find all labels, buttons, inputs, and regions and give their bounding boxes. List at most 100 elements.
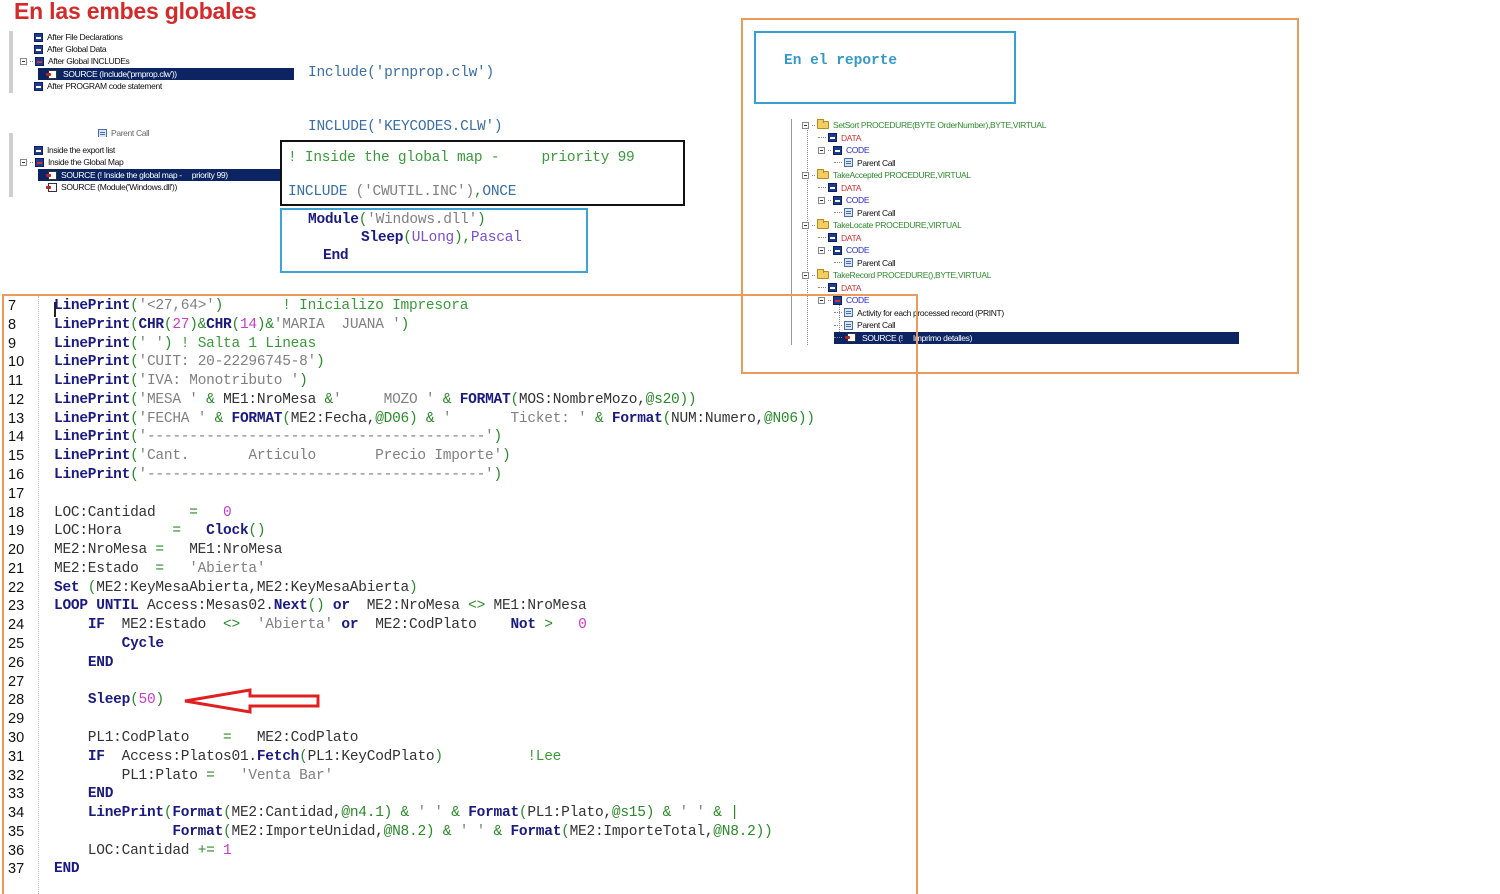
code-token: ( bbox=[130, 316, 139, 333]
code-token: 'Cant. Articulo Precio Importe' bbox=[138, 448, 503, 465]
line-number: 25 bbox=[8, 636, 25, 653]
line-number: 24 bbox=[8, 617, 25, 634]
tree-item-after-global-data[interactable]: After Global Data bbox=[34, 43, 107, 55]
code-line[interactable]: Format(ME2:ImporteUnidad,@N8.2) & ' ' & … bbox=[54, 824, 772, 840]
code-line[interactable]: LinePrint('-----------------------------… bbox=[54, 467, 502, 483]
code-token: ME2:NroMesa bbox=[54, 542, 156, 559]
code-line[interactable]: ME2:Estado = 'Abierta' bbox=[54, 561, 266, 577]
code-token: )) bbox=[755, 823, 773, 840]
tree-item-inside-export-list[interactable]: Inside the export list bbox=[34, 144, 115, 156]
code-token: Not bbox=[510, 617, 536, 634]
tree-item-after-program-code[interactable]: After PROGRAM code statement bbox=[34, 80, 162, 92]
code-token: ( bbox=[561, 823, 570, 840]
code-line-include-prnprop: Include('prnprop.clw') bbox=[308, 65, 494, 81]
code-line[interactable]: IF Access:Platos01.Fetch(PL1:KeyCodPlato… bbox=[54, 749, 562, 765]
report-tree-item[interactable]: DATA bbox=[818, 182, 861, 194]
report-tree-item[interactable]: CODE bbox=[818, 144, 870, 156]
tree-item-after-global-includes[interactable]: After Global INCLUDEs bbox=[20, 55, 130, 67]
code-line[interactable]: LinePrint('FECHA ' & FORMAT(ME2:Fecha,@D… bbox=[54, 411, 815, 427]
code-line[interactable]: LinePrint(Format(ME2:Cantidad,@n4.1) & '… bbox=[54, 805, 739, 821]
code-token: ) bbox=[299, 373, 308, 390]
line-number: 31 bbox=[8, 748, 25, 765]
code-line[interactable]: PL1:CodPlato = ME2:CodPlato bbox=[54, 730, 359, 746]
code-token: Next bbox=[273, 598, 308, 615]
code-token: > bbox=[535, 617, 553, 634]
collapse-toggle-icon[interactable] bbox=[802, 121, 809, 129]
report-tree-item[interactable]: CODE bbox=[818, 244, 870, 256]
report-tree-item[interactable]: TakeRecord PROCEDURE(),BYTE,VIRTUAL bbox=[802, 269, 991, 281]
arrow-left-icon bbox=[184, 688, 320, 714]
code-token: Access:Mesas02. bbox=[138, 598, 274, 615]
report-tree-item[interactable]: TakeLocate PROCEDURE,VIRTUAL bbox=[802, 219, 962, 231]
report-tree-item[interactable]: DATA bbox=[818, 282, 861, 294]
collapse-toggle-icon[interactable] bbox=[20, 57, 27, 65]
line-number: 37 bbox=[8, 861, 25, 878]
code-line[interactable]: Cycle bbox=[54, 636, 165, 652]
report-tree-item[interactable]: Parent Call bbox=[834, 157, 896, 169]
code-token: LinePrint bbox=[54, 373, 131, 390]
code-line[interactable]: Sleep(50) bbox=[54, 692, 164, 708]
code-token: LinePrint bbox=[54, 410, 131, 427]
code-line[interactable]: LOC:Cantidad += 1 bbox=[54, 843, 232, 859]
code-token: ) bbox=[408, 579, 418, 596]
tree-item-source-include[interactable]: SOURCE (Include('prnprop.clw')) bbox=[38, 68, 294, 80]
code-token: ( bbox=[130, 335, 139, 352]
code-token: IF bbox=[87, 617, 105, 634]
code-line[interactable]: Set (ME2:KeyMesaAbierta,ME2:KeyMesaAbier… bbox=[54, 579, 418, 596]
collapse-toggle-icon[interactable] bbox=[818, 196, 825, 204]
code-line[interactable]: LinePrint('<27,64>') ! Inicializo Impres… bbox=[54, 298, 468, 314]
collapse-toggle-icon[interactable] bbox=[802, 271, 809, 279]
code-line-include-keycodes: INCLUDE('KEYCODES.CLW') bbox=[308, 119, 503, 135]
code-token: MOS:NombreMozo, bbox=[518, 391, 646, 408]
code-line[interactable]: END bbox=[54, 655, 114, 671]
collapse-toggle-icon[interactable] bbox=[802, 221, 809, 229]
code-token: 'IVA: Monotributo ' bbox=[138, 373, 300, 390]
report-tree-item[interactable]: DATA bbox=[818, 232, 861, 244]
tree-connector bbox=[834, 262, 842, 263]
code-line[interactable]: LinePrint('IVA: Monotributo ') bbox=[54, 373, 308, 389]
code-line[interactable]: END bbox=[54, 861, 80, 877]
code-token: & bbox=[442, 805, 469, 822]
report-tree-item[interactable]: Parent Call bbox=[834, 257, 896, 269]
collapse-toggle-icon[interactable] bbox=[818, 246, 825, 254]
report-tree-item[interactable]: TakeAccepted PROCEDURE,VIRTUAL bbox=[802, 169, 971, 181]
collapse-toggle-icon[interactable] bbox=[802, 171, 809, 179]
code-line[interactable]: ME2:NroMesa = ME1:NroMesa bbox=[54, 542, 282, 558]
report-tree-item[interactable]: CODE bbox=[818, 194, 870, 206]
code-line[interactable]: PL1:Plato = 'Venta Bar' bbox=[54, 768, 334, 784]
code-line[interactable]: LinePrint(' ') ! Salta 1 Lineas bbox=[54, 336, 316, 352]
tree-item-source-global-map[interactable]: SOURCE (! Inside the global map - priori… bbox=[38, 169, 282, 181]
line-number: 36 bbox=[8, 842, 25, 859]
collapse-toggle-icon[interactable] bbox=[20, 158, 27, 166]
tree-item-parent-call-partial[interactable]: Parent Call bbox=[98, 129, 149, 137]
report-tree-item[interactable]: SetSort PROCEDURE(BYTE OrderNumber),BYTE… bbox=[802, 119, 1046, 131]
code-token: LOC:Hora bbox=[54, 523, 173, 540]
code-line[interactable]: END bbox=[54, 786, 114, 802]
code-line[interactable]: IF ME2:Estado <> 'Abierta' or ME2:CodPla… bbox=[54, 617, 587, 633]
page-icon bbox=[844, 158, 853, 167]
code-line[interactable]: LinePrint('-----------------------------… bbox=[54, 429, 502, 445]
code-token: LinePrint bbox=[54, 354, 131, 371]
code-line[interactable]: LinePrint(CHR(27)&CHR(14)&'MARIA JUANA '… bbox=[54, 317, 409, 333]
collapse-toggle-icon[interactable] bbox=[818, 146, 825, 154]
code-editor[interactable]: 7 LinePrint('<27,64>') ! Inicializo Impre… bbox=[2, 294, 918, 894]
tree-item-inside-global-map[interactable]: Inside the Global Map bbox=[20, 156, 124, 168]
code-token: = bbox=[189, 504, 198, 521]
code-line[interactable]: LOC:Cantidad = 0 bbox=[54, 505, 232, 521]
code-line[interactable]: LOC:Hora = Clock() bbox=[54, 523, 266, 540]
tree-connector bbox=[812, 174, 815, 176]
code-token: FORMAT bbox=[459, 391, 511, 408]
code-line[interactable]: LOOP UNTIL Access:Mesas02.Next() or ME2:… bbox=[54, 598, 587, 615]
code-line[interactable]: LinePrint('CUIT: 20-22296745-8') bbox=[54, 354, 325, 371]
code-line[interactable]: LinePrint('MESA ' & ME1:NroMesa &' MOZO … bbox=[54, 391, 697, 408]
report-tree-item[interactable]: DATA bbox=[818, 132, 861, 144]
include-cwutil-line: INCLUDE ('CWUTIL.INC'),ONCE bbox=[288, 184, 517, 200]
tree-item-source-module[interactable]: SOURCE (Module('Windows.dll')) bbox=[38, 181, 177, 193]
tree-item-after-file-declarations[interactable]: After File Declarations bbox=[34, 31, 123, 43]
report-tree-item[interactable]: Parent Call bbox=[834, 207, 896, 219]
code-line[interactable]: LinePrint('Cant. Articulo Precio Importe… bbox=[54, 448, 511, 465]
line-number: 8 bbox=[8, 316, 17, 333]
line-number: 17 bbox=[8, 485, 25, 502]
